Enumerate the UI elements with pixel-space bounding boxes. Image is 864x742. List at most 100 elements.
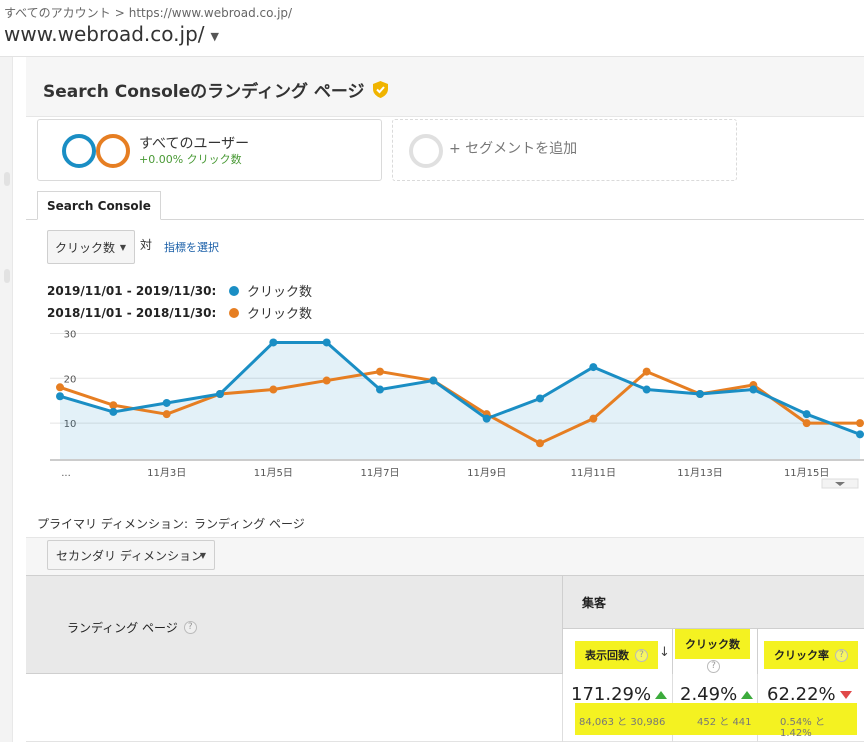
segment-blue-ring-icon (62, 134, 96, 168)
tab-search-console[interactable]: Search Console (37, 191, 161, 220)
data-point (856, 430, 864, 439)
x-tick-label: ... (61, 468, 71, 479)
arrow-up-icon (655, 690, 668, 699)
data-point (482, 414, 491, 423)
caret-down-icon: ▼ (210, 29, 219, 43)
property-selector[interactable]: www.webroad.co.jp/ ▼ (4, 22, 219, 46)
add-segment-button[interactable]: + セグメントを追加 (392, 119, 737, 181)
top-bar: すべてのアカウント > https://www.webroad.co.jp/ w… (0, 0, 864, 57)
breadcrumb-url[interactable]: https://www.webroad.co.jp/ (129, 6, 292, 20)
add-segment-label: + セグメントを追加 (449, 141, 578, 157)
clicks-change: 2.49% (680, 684, 754, 705)
segment-all-users[interactable]: すべてのユーザー +0.00% クリック数 (37, 119, 382, 181)
report-title: Search Consoleのランディング ページ (43, 77, 388, 102)
column-clicks[interactable]: クリック数 ? (672, 628, 757, 675)
data-point (589, 414, 598, 423)
data-point (56, 383, 64, 392)
report-area: Search Consoleのランディング ページ すべてのユーザー +0.00… (13, 57, 864, 742)
data-point (536, 439, 544, 448)
report-title-text: Search Consoleのランディング ページ (43, 82, 365, 102)
column-impressions[interactable]: 表示回数 ? ↓ (562, 628, 672, 675)
data-point (376, 367, 384, 376)
help-icon[interactable]: ? (835, 648, 848, 662)
data-point (802, 419, 811, 428)
clicks-change-value: 2.49% (680, 684, 738, 705)
dropdown-arrow-icon: ▼ (199, 550, 206, 560)
data-point (642, 385, 651, 394)
help-icon[interactable]: ? (635, 648, 648, 662)
data-point (109, 407, 118, 416)
x-tick-label: 11月5日 (254, 467, 293, 479)
segment-orange-ring-icon (96, 134, 130, 168)
data-point (216, 390, 224, 398)
versus-label: 対 (140, 238, 153, 252)
secondary-dimension-label: セカンダリ ディメンション (56, 548, 203, 563)
clicks-header-highlight: クリック数 (675, 629, 750, 659)
comparison-row: 84,063 と 30,986 452 と 441 0.54% と 1.42% (575, 703, 857, 739)
column-landing-page-label: ランディング ページ (67, 621, 178, 635)
data-point (642, 367, 651, 376)
sort-desc-icon[interactable]: ↓ (659, 645, 670, 660)
data-point (536, 394, 544, 403)
x-tick-label: 11月3日 (147, 467, 186, 479)
legend-blue-dot-icon (229, 285, 239, 296)
rail-marker (4, 269, 10, 283)
y-tick-label: 20 (64, 374, 77, 385)
column-landing-page[interactable]: ランディング ページ ? (67, 619, 197, 636)
table-header: ランディング ページ ? 集客 表示回数 ? ↓ クリック数 ? クリック率 ? (26, 575, 864, 675)
account-breadcrumb[interactable]: すべてのアカウント > https://www.webroad.co.jp/ (4, 4, 292, 21)
legend-range: 2018/11/01 - 2018/11/30: (47, 305, 217, 320)
data-point (269, 385, 278, 394)
ctr-label: クリック率 (774, 649, 829, 662)
arrow-down-icon (839, 690, 852, 699)
empty-segment-ring-icon (409, 134, 443, 168)
breadcrumb-account[interactable]: すべてのアカウント (4, 4, 111, 21)
legend-previous: 2018/11/01 - 2018/11/30: クリック数 (47, 303, 313, 323)
metric-dropdown-label: クリック数 (55, 240, 116, 255)
data-point (376, 385, 384, 394)
secondary-dimension-dropdown[interactable]: セカンダリ ディメンション ▼ (47, 540, 215, 570)
column-ctr[interactable]: クリック率 ? (757, 628, 864, 675)
data-point (322, 376, 331, 385)
help-icon[interactable]: ? (183, 621, 197, 634)
group-acquisition: 集客 (582, 596, 607, 610)
legend-label: クリック数 (247, 285, 313, 300)
help-icon[interactable]: ? (707, 660, 720, 673)
legend-current: 2019/11/01 - 2019/11/30: クリック数 (47, 281, 313, 301)
left-rail (0, 57, 13, 742)
x-tick-label: 11月13日 (677, 467, 722, 479)
segment-name: すべてのユーザー (139, 136, 250, 152)
legend-label: クリック数 (247, 307, 313, 322)
clicks-comparison: 452 と 441 (697, 717, 752, 728)
report-header: Search Consoleのランディング ページ (26, 57, 864, 117)
ctr-change: 62.22% (767, 684, 852, 705)
property-name: www.webroad.co.jp/ (4, 22, 205, 46)
ctr-change-value: 62.22% (767, 684, 836, 705)
y-tick-label: 30 (64, 329, 77, 340)
data-point (696, 390, 704, 398)
data-point (856, 419, 864, 428)
arrow-up-icon (741, 690, 754, 699)
clicks-label: クリック数 (685, 638, 740, 651)
impressions-change-value: 171.29% (571, 684, 652, 705)
rail-marker (4, 172, 10, 186)
breadcrumb-separator: > (114, 5, 125, 20)
data-point (749, 385, 758, 394)
x-tick-label: 11月15日 (784, 467, 829, 479)
primary-dimension-label: プライマリ ディメンション: (37, 517, 189, 531)
select-metric-link[interactable]: 指標を選択 (164, 239, 219, 255)
metric-dropdown[interactable]: クリック数 ▼ (47, 230, 135, 264)
x-tick-label: 11月7日 (360, 467, 399, 479)
x-tick-label: 11月11日 (571, 467, 616, 479)
impressions-label: 表示回数 (585, 649, 629, 662)
primary-dimension-value[interactable]: ランディング ページ (194, 517, 305, 531)
segment-change: +0.00% クリック数 (139, 153, 242, 166)
data-point (162, 398, 171, 407)
impressions-change: 171.29% (571, 684, 668, 705)
primary-dimension: プライマリ ディメンション: ランディング ページ (37, 515, 305, 532)
dropdown-arrow-icon: ▼ (119, 242, 126, 252)
data-point (322, 338, 331, 347)
ctr-comparison: 0.54% と 1.42% (780, 717, 825, 739)
data-point (802, 410, 811, 419)
clicks-line-chart[interactable]: 102030... 11月3日 11月5日 11月7日 11月9日 11月11日 11月13… (50, 326, 864, 489)
